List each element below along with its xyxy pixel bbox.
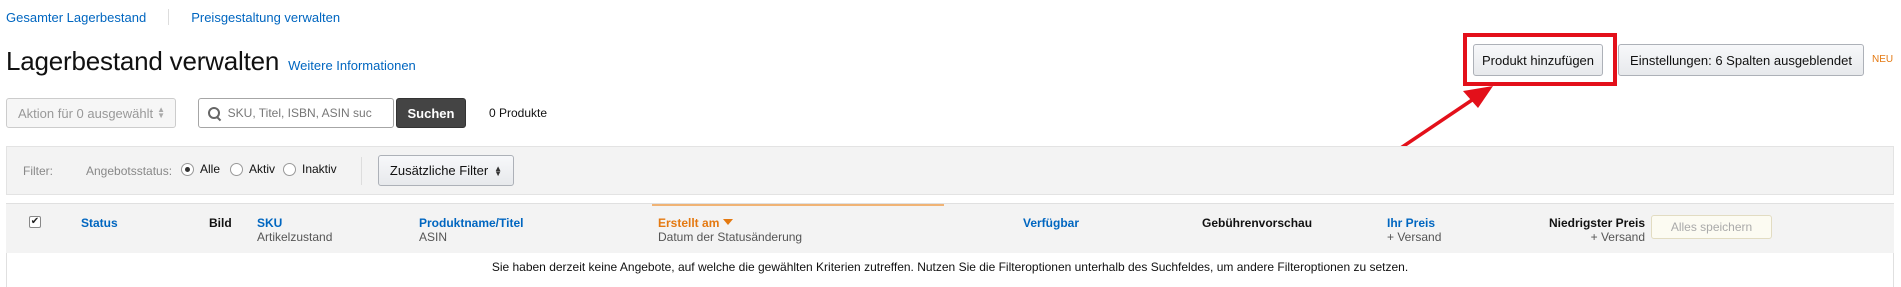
listing-status-label: Angebotsstatus: xyxy=(86,164,173,178)
search-icon xyxy=(208,106,221,120)
col-title-label[interactable]: Produktname/Titel xyxy=(419,216,523,230)
col-sku-sub: Artikelzustand xyxy=(257,230,333,244)
sort-desc-icon xyxy=(723,219,734,225)
filter-divider xyxy=(361,157,362,185)
radio-checked-icon[interactable] xyxy=(181,162,194,176)
filter-label: Filter: xyxy=(23,164,53,178)
col-sku-label[interactable]: SKU xyxy=(257,216,282,230)
col-image: Bild xyxy=(209,216,232,230)
col-title-sub: ASIN xyxy=(419,230,448,244)
bulk-action-label: Aktion für 0 ausgewählt xyxy=(18,105,154,121)
table-header: ✔ Status Bild SKU Artikelzustand Produkt… xyxy=(6,203,1894,253)
col-lowest-label: Niedrigster Preis xyxy=(1548,216,1645,230)
col-available-label[interactable]: Verfügbar xyxy=(1023,216,1079,230)
save-all-button[interactable]: Alles speichern xyxy=(1651,215,1772,239)
select-arrows-icon: ▲ ▼ xyxy=(494,163,503,178)
col-price-label[interactable]: Ihr Preis xyxy=(1387,216,1435,230)
col-created-label[interactable]: Erstellt am xyxy=(658,216,734,230)
col-created[interactable]: Erstellt am Datum der Statusänderung xyxy=(658,216,802,244)
search-box[interactable] xyxy=(198,98,394,128)
col-image-label: Bild xyxy=(209,216,232,230)
col-your-price[interactable]: Ihr Preis + Versand xyxy=(1387,216,1441,244)
filter-bar: Filter: Angebotsstatus: Alle Aktiv Inakt… xyxy=(6,146,1894,195)
radio-unchecked-icon[interactable] xyxy=(283,162,296,176)
radio-option-active[interactable]: Aktiv xyxy=(230,162,275,176)
col-created-sub: Datum der Statusänderung xyxy=(658,230,803,244)
additional-filters-label: Zusätzliche Filter xyxy=(389,163,489,178)
col-title[interactable]: Produktname/Titel ASIN xyxy=(419,216,523,244)
col-sku[interactable]: SKU Artikelzustand xyxy=(257,216,332,244)
select-arrows-icon: ▲ ▼ xyxy=(157,105,165,120)
search-input[interactable] xyxy=(227,106,393,120)
radio-label: Alle xyxy=(200,162,221,176)
col-created-text: Erstellt am xyxy=(658,216,720,230)
additional-filters-button[interactable]: Zusätzliche Filter ▲ ▼ xyxy=(378,155,514,186)
bulk-action-select: Aktion für 0 ausgewählt ▲ ▼ xyxy=(6,98,176,128)
radio-unchecked-icon[interactable] xyxy=(230,162,243,176)
col-lowest-sub: + Versand xyxy=(1590,230,1645,244)
col-available[interactable]: Verfügbar xyxy=(1023,216,1079,230)
search-button[interactable]: Suchen xyxy=(396,98,466,128)
select-all-checkbox[interactable]: ✔ xyxy=(29,216,41,228)
col-status[interactable]: Status xyxy=(81,216,118,230)
col-price-sub: + Versand xyxy=(1387,230,1442,244)
radio-label: Inaktiv xyxy=(302,162,337,176)
radio-option-inactive[interactable]: Inaktiv xyxy=(283,162,337,176)
product-count: 0 Produkte xyxy=(489,106,548,120)
col-fee-preview: Gebührenvorschau xyxy=(1202,216,1312,230)
col-lowest-price: Niedrigster Preis + Versand xyxy=(1548,216,1645,244)
radio-option-all[interactable]: Alle xyxy=(181,162,220,176)
col-status-label[interactable]: Status xyxy=(81,216,118,230)
radio-label: Aktiv xyxy=(249,162,276,176)
empty-state-message: Sie haben derzeit keine Angebote, auf we… xyxy=(6,253,1894,287)
sort-indicator-line xyxy=(652,204,944,206)
col-fee-label: Gebührenvorschau xyxy=(1202,216,1313,230)
